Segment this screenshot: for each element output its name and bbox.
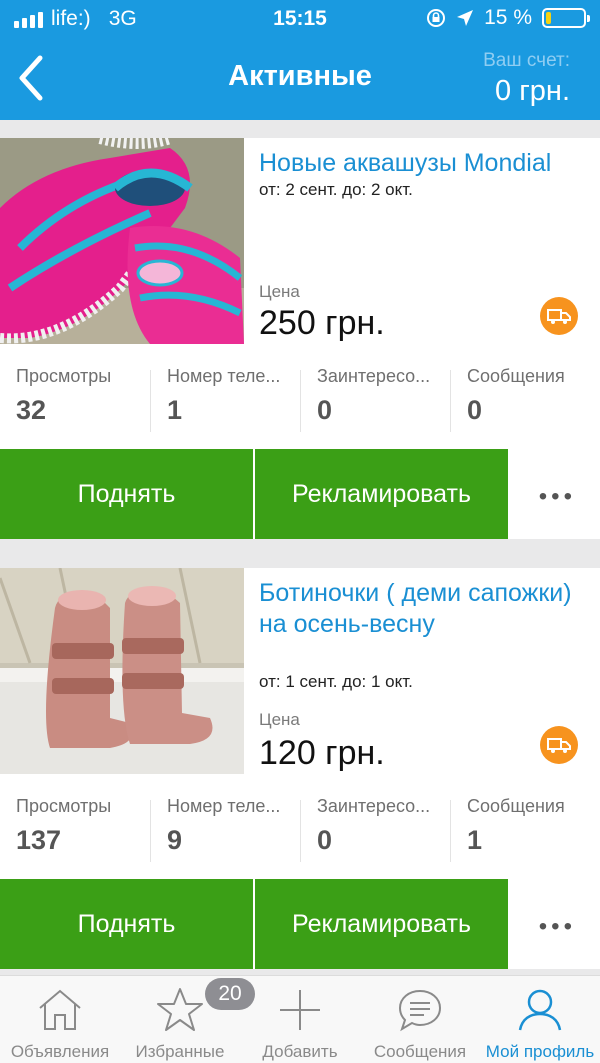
star-icon xyxy=(157,988,203,1031)
plus-icon xyxy=(280,990,320,1030)
promote-button[interactable]: Рекламировать xyxy=(255,879,508,969)
listing-stats: Просмотры 137 Номер теле... 9 Заинтересо… xyxy=(0,774,600,879)
stat-views: Просмотры 32 xyxy=(0,344,150,432)
stat-value: 9 xyxy=(167,825,183,855)
stat-value: 0 xyxy=(467,395,483,425)
battery-icon xyxy=(542,8,590,28)
listing-actions: Поднять Рекламировать ••• xyxy=(0,879,600,969)
listing-price: 250 грн. xyxy=(259,304,385,342)
status-bar: life:) 3G 15:15 15 % xyxy=(0,0,600,38)
favorites-count-badge: 20 xyxy=(205,978,255,1010)
aqua-shoes-image xyxy=(0,138,244,344)
location-arrow-icon xyxy=(457,10,474,26)
account-value: 0 грн. xyxy=(495,75,570,107)
stat-messages: Сообщения 0 xyxy=(450,366,600,432)
listing-card[interactable]: Новые аквашузы Mondial от: 2 сент. до: 2… xyxy=(0,138,600,344)
tab-profile[interactable]: Мой профиль xyxy=(480,976,600,1063)
tab-messages[interactable]: Сообщения xyxy=(360,976,480,1063)
stat-interested: Заинтересо... 0 xyxy=(300,366,450,432)
listing-card[interactable]: Ботиночки ( деми сапожки) на осень-весну… xyxy=(0,568,600,774)
boots-image xyxy=(0,568,244,774)
stat-value: 0 xyxy=(317,825,333,855)
rotation-lock-icon xyxy=(427,9,446,27)
stat-value: 32 xyxy=(16,395,47,425)
tab-label: Мой профиль xyxy=(485,1042,595,1061)
tab-label: Объявления xyxy=(10,1042,110,1061)
raise-button[interactable]: Поднять xyxy=(0,879,253,969)
battery-fill xyxy=(546,12,551,24)
stat-label: Номер теле... xyxy=(167,796,281,816)
profile-icon xyxy=(518,989,562,1031)
tab-add[interactable]: Добавить xyxy=(240,976,360,1063)
stat-label: Просмотры xyxy=(16,366,112,386)
stat-value: 1 xyxy=(167,395,183,425)
tab-listings[interactable]: Объявления xyxy=(0,976,120,1063)
stat-value: 1 xyxy=(467,825,483,855)
stat-label: Просмотры xyxy=(16,796,112,816)
listing-dates: от: 2 сент. до: 2 окт. xyxy=(259,180,413,199)
listing-title[interactable]: Новые аквашузы Mondial xyxy=(259,148,582,179)
tab-label: Избранные xyxy=(135,1042,225,1061)
stat-phone: Номер теле... 1 xyxy=(150,366,300,432)
tab-label: Сообщения xyxy=(373,1042,467,1061)
price-label: Цена xyxy=(259,282,300,301)
battery-percent: 15 % xyxy=(484,6,532,29)
stat-label: Сообщения xyxy=(467,366,565,386)
listing-actions: Поднять Рекламировать ••• xyxy=(0,449,600,539)
listing-photo-boots[interactable] xyxy=(0,568,244,774)
raise-button[interactable]: Поднять xyxy=(0,449,253,539)
stat-views: Просмотры 137 xyxy=(0,774,150,862)
account-balance[interactable]: Ваш счет: 0 грн. xyxy=(483,50,570,108)
tab-bar: Объявления Избранные Добавить Сообщения … xyxy=(0,975,600,1063)
delivery-truck-icon xyxy=(540,726,578,764)
top-bar: life:) 3G 15:15 15 % Активные Ваш счет: … xyxy=(0,0,600,120)
chat-icon xyxy=(398,989,442,1032)
stat-label: Заинтересо... xyxy=(317,796,431,816)
tab-label: Добавить xyxy=(262,1042,338,1061)
nav-bar: Активные Ваш счет: 0 грн. xyxy=(0,38,600,120)
more-options-button[interactable]: ••• xyxy=(539,483,576,511)
listing-price: 120 грн. xyxy=(259,734,385,772)
home-icon xyxy=(39,989,81,1030)
stat-label: Номер теле... xyxy=(167,366,281,386)
stat-phone: Номер теле... 9 xyxy=(150,796,300,862)
listing-stats: Просмотры 32 Номер теле... 1 Заинтересо.… xyxy=(0,344,600,449)
stat-value: 137 xyxy=(16,825,62,855)
delivery-truck-icon xyxy=(540,297,578,335)
stat-label: Сообщения xyxy=(467,796,565,816)
more-options-button[interactable]: ••• xyxy=(539,913,576,941)
listing-title[interactable]: Ботиночки ( деми сапожки) на осень-весну xyxy=(259,578,582,640)
stat-label: Заинтересо... xyxy=(317,366,431,386)
listing-dates: от: 1 сент. до: 1 окт. xyxy=(259,672,413,691)
account-label: Ваш счет: xyxy=(483,50,570,71)
stat-value: 0 xyxy=(317,395,333,425)
stat-interested: Заинтересо... 0 xyxy=(300,796,450,862)
price-label: Цена xyxy=(259,710,300,729)
stat-messages: Сообщения 1 xyxy=(450,796,600,862)
promote-button[interactable]: Рекламировать xyxy=(255,449,508,539)
listing-photo-aqua-shoes[interactable] xyxy=(0,138,244,344)
